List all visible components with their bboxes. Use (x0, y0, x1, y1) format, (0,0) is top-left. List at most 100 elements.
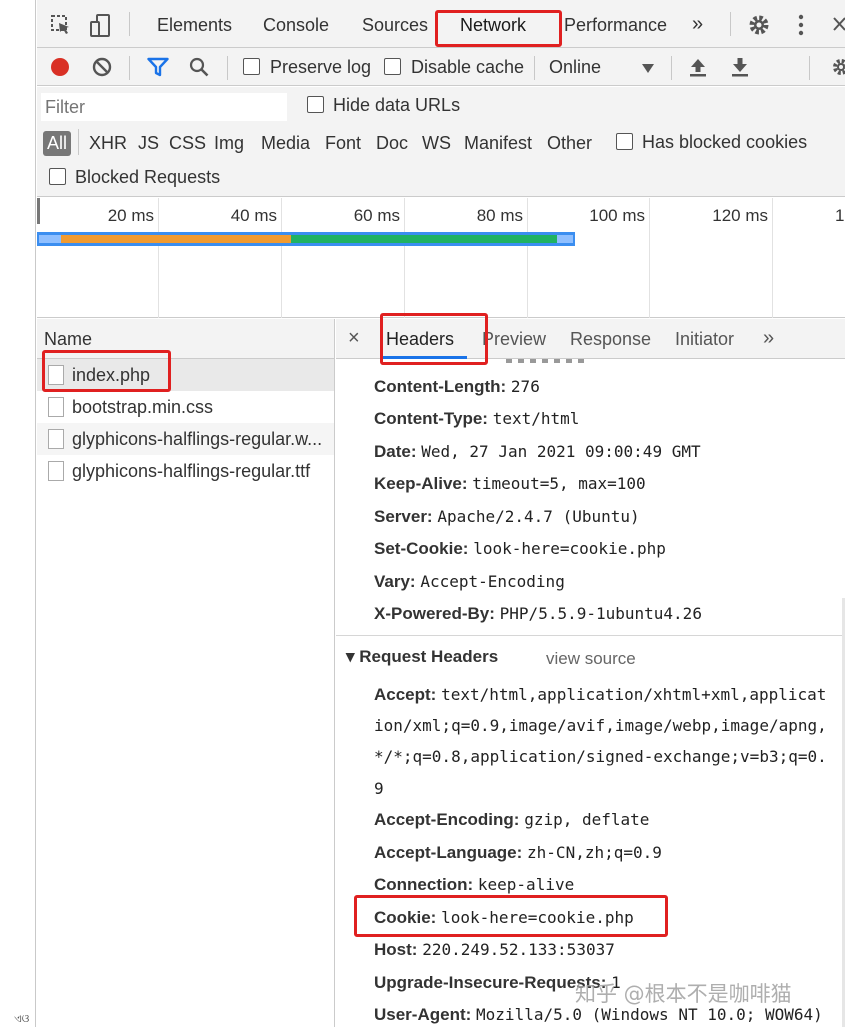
page-left-margin: ଏଓ (0, 0, 36, 1027)
timeline-tick-label: 20 ms (107, 206, 154, 225)
close-devtools-icon[interactable] (832, 16, 845, 37)
filter-type-xhr[interactable]: XHR (89, 133, 127, 154)
request-name: bootstrap.min.css (72, 397, 214, 417)
close-detail-icon[interactable]: × (348, 327, 360, 350)
blocked-requests-label: Blocked Requests (75, 167, 221, 187)
request-header-row: Cookie: look-here=cookie.php (374, 908, 634, 927)
timeline-gridline (772, 198, 773, 318)
clear-icon[interactable] (92, 57, 112, 82)
timeline-tick-label: 80 ms (476, 206, 523, 225)
more-detail-tabs-icon[interactable]: » (763, 327, 774, 350)
filter-icon[interactable] (147, 57, 169, 82)
filter-type-manifest[interactable]: Manifest (464, 133, 532, 154)
request-row[interactable]: index.php (37, 359, 334, 391)
response-header-row: Date: Wed, 27 Jan 2021 09:00:49 GMT (374, 442, 701, 461)
dropdown-arrow-icon[interactable] (642, 61, 654, 79)
timeline-tick-label: 60 ms (353, 206, 400, 225)
search-icon[interactable] (189, 57, 209, 82)
clipped-header-remnant (506, 359, 586, 363)
document-file-icon (48, 397, 64, 417)
request-header-continuation: */*;q=0.8,application/signed-exchange;v=… (374, 747, 827, 766)
name-column-header[interactable]: Name (37, 319, 334, 359)
filter-type-font[interactable]: Font (325, 133, 361, 154)
timeline-request-bar (37, 232, 575, 246)
filter-type-ws[interactable]: WS (422, 133, 451, 154)
request-row[interactable]: bootstrap.min.css (37, 391, 334, 423)
section-divider (336, 635, 845, 636)
request-row[interactable]: glyphicons-halflings-regular.w... (37, 423, 334, 455)
blocked-requests-checkbox[interactable] (49, 168, 66, 185)
more-options-icon[interactable] (797, 14, 805, 41)
filter-type-img[interactable]: Img (214, 133, 244, 154)
tab-headers[interactable]: Headers (386, 329, 454, 350)
tab-response[interactable]: Response (570, 329, 651, 350)
hide-data-urls-checkbox[interactable] (307, 96, 324, 113)
response-header-row: Content-Length: 276 (374, 377, 540, 396)
tab-initiator[interactable]: Initiator (675, 329, 734, 350)
inspect-element-icon[interactable] (50, 14, 72, 41)
disable-cache-label: Disable cache (411, 57, 525, 77)
timeline-gridline (158, 198, 159, 318)
filter-type-all[interactable]: All (43, 131, 72, 156)
toolbar-divider (129, 12, 130, 36)
tab-preview[interactable]: Preview (482, 329, 546, 350)
document-file-icon (48, 461, 64, 481)
settings-gear-icon[interactable] (748, 14, 770, 41)
request-list: Name index.php bootstrap.min.css glyphic… (37, 319, 335, 1027)
filter-type-css[interactable]: CSS (169, 133, 206, 154)
request-name: glyphicons-halflings-regular.ttf (72, 461, 311, 481)
tab-sources[interactable]: Sources (362, 15, 428, 36)
toolbar-divider (129, 56, 130, 80)
request-header-row: Host: 220.249.52.133:53037 (374, 940, 615, 959)
toolbar-divider (730, 12, 731, 36)
tab-network[interactable]: Network (460, 15, 526, 36)
view-source-link[interactable]: view source (546, 649, 636, 669)
timeline-overview[interactable]: 20 ms 40 ms 60 ms 80 ms 100 ms 120 ms 1 (37, 198, 845, 318)
disable-cache-checkbox[interactable] (384, 58, 401, 75)
watermark: 知乎 @根本不是咖啡猫 (575, 982, 792, 1006)
timeline-tick-label: 1 (835, 206, 845, 225)
request-detail-pane: × Headers Preview Response Initiator » C… (336, 319, 845, 1027)
export-har-icon[interactable] (731, 57, 749, 82)
device-toolbar-icon[interactable] (89, 14, 111, 43)
timeline-tick-label: 40 ms (230, 206, 277, 225)
network-settings-icon[interactable] (831, 57, 845, 82)
more-tabs-icon[interactable]: » (692, 13, 703, 36)
has-blocked-cookies-label: Has blocked cookies (642, 132, 808, 152)
request-name: index.php (72, 365, 151, 385)
request-headers-section-toggle[interactable]: ▾ Request Headers (346, 647, 498, 667)
preserve-log-checkbox[interactable] (243, 58, 260, 75)
request-header-row: Accept-Language: zh-CN,zh;q=0.9 (374, 843, 662, 862)
response-header-row: Set-Cookie: look-here=cookie.php (374, 539, 666, 558)
toolbar-divider (227, 56, 228, 80)
import-har-icon[interactable] (689, 57, 707, 82)
timeline-gridline (649, 198, 650, 318)
document-file-icon (48, 429, 64, 449)
preserve-log-label: Preserve log (270, 57, 372, 77)
document-file-icon (48, 365, 64, 385)
throttling-select[interactable]: Online (549, 57, 601, 78)
filter-type-doc[interactable]: Doc (376, 133, 408, 154)
tab-elements[interactable]: Elements (157, 15, 232, 36)
request-header-row: User-Agent: Mozilla/5.0 (Windows NT 10.0… (374, 1005, 823, 1024)
request-header-row: Accept: text/html,application/xhtml+xml,… (374, 685, 827, 704)
record-icon[interactable] (50, 57, 70, 82)
tab-performance[interactable]: Performance (564, 15, 667, 36)
tab-console[interactable]: Console (263, 15, 329, 36)
filter-type-media[interactable]: Media (261, 133, 310, 154)
response-header-row: X-Powered-By: PHP/5.5.9-1ubuntu4.26 (374, 604, 702, 623)
has-blocked-cookies-checkbox[interactable] (616, 133, 633, 150)
toolbar-divider (809, 56, 810, 80)
filter-type-js[interactable]: JS (138, 133, 159, 154)
request-row[interactable]: glyphicons-halflings-regular.ttf (37, 455, 334, 487)
response-header-row: Server: Apache/2.4.7 (Ubuntu) (374, 507, 640, 526)
timeline-gridline (404, 198, 405, 318)
devtools-panel: Elements Console Sources Network Perform… (37, 0, 845, 1027)
request-header-continuation: 9 (374, 779, 384, 798)
timeline-start-handle[interactable] (37, 198, 40, 224)
response-header-row: Keep-Alive: timeout=5, max=100 (374, 474, 646, 493)
timeline-gridline (281, 198, 282, 318)
filter-type-other[interactable]: Other (547, 133, 592, 154)
corner-mark: ଏଓ (14, 1012, 30, 1025)
filter-input[interactable] (41, 93, 287, 121)
